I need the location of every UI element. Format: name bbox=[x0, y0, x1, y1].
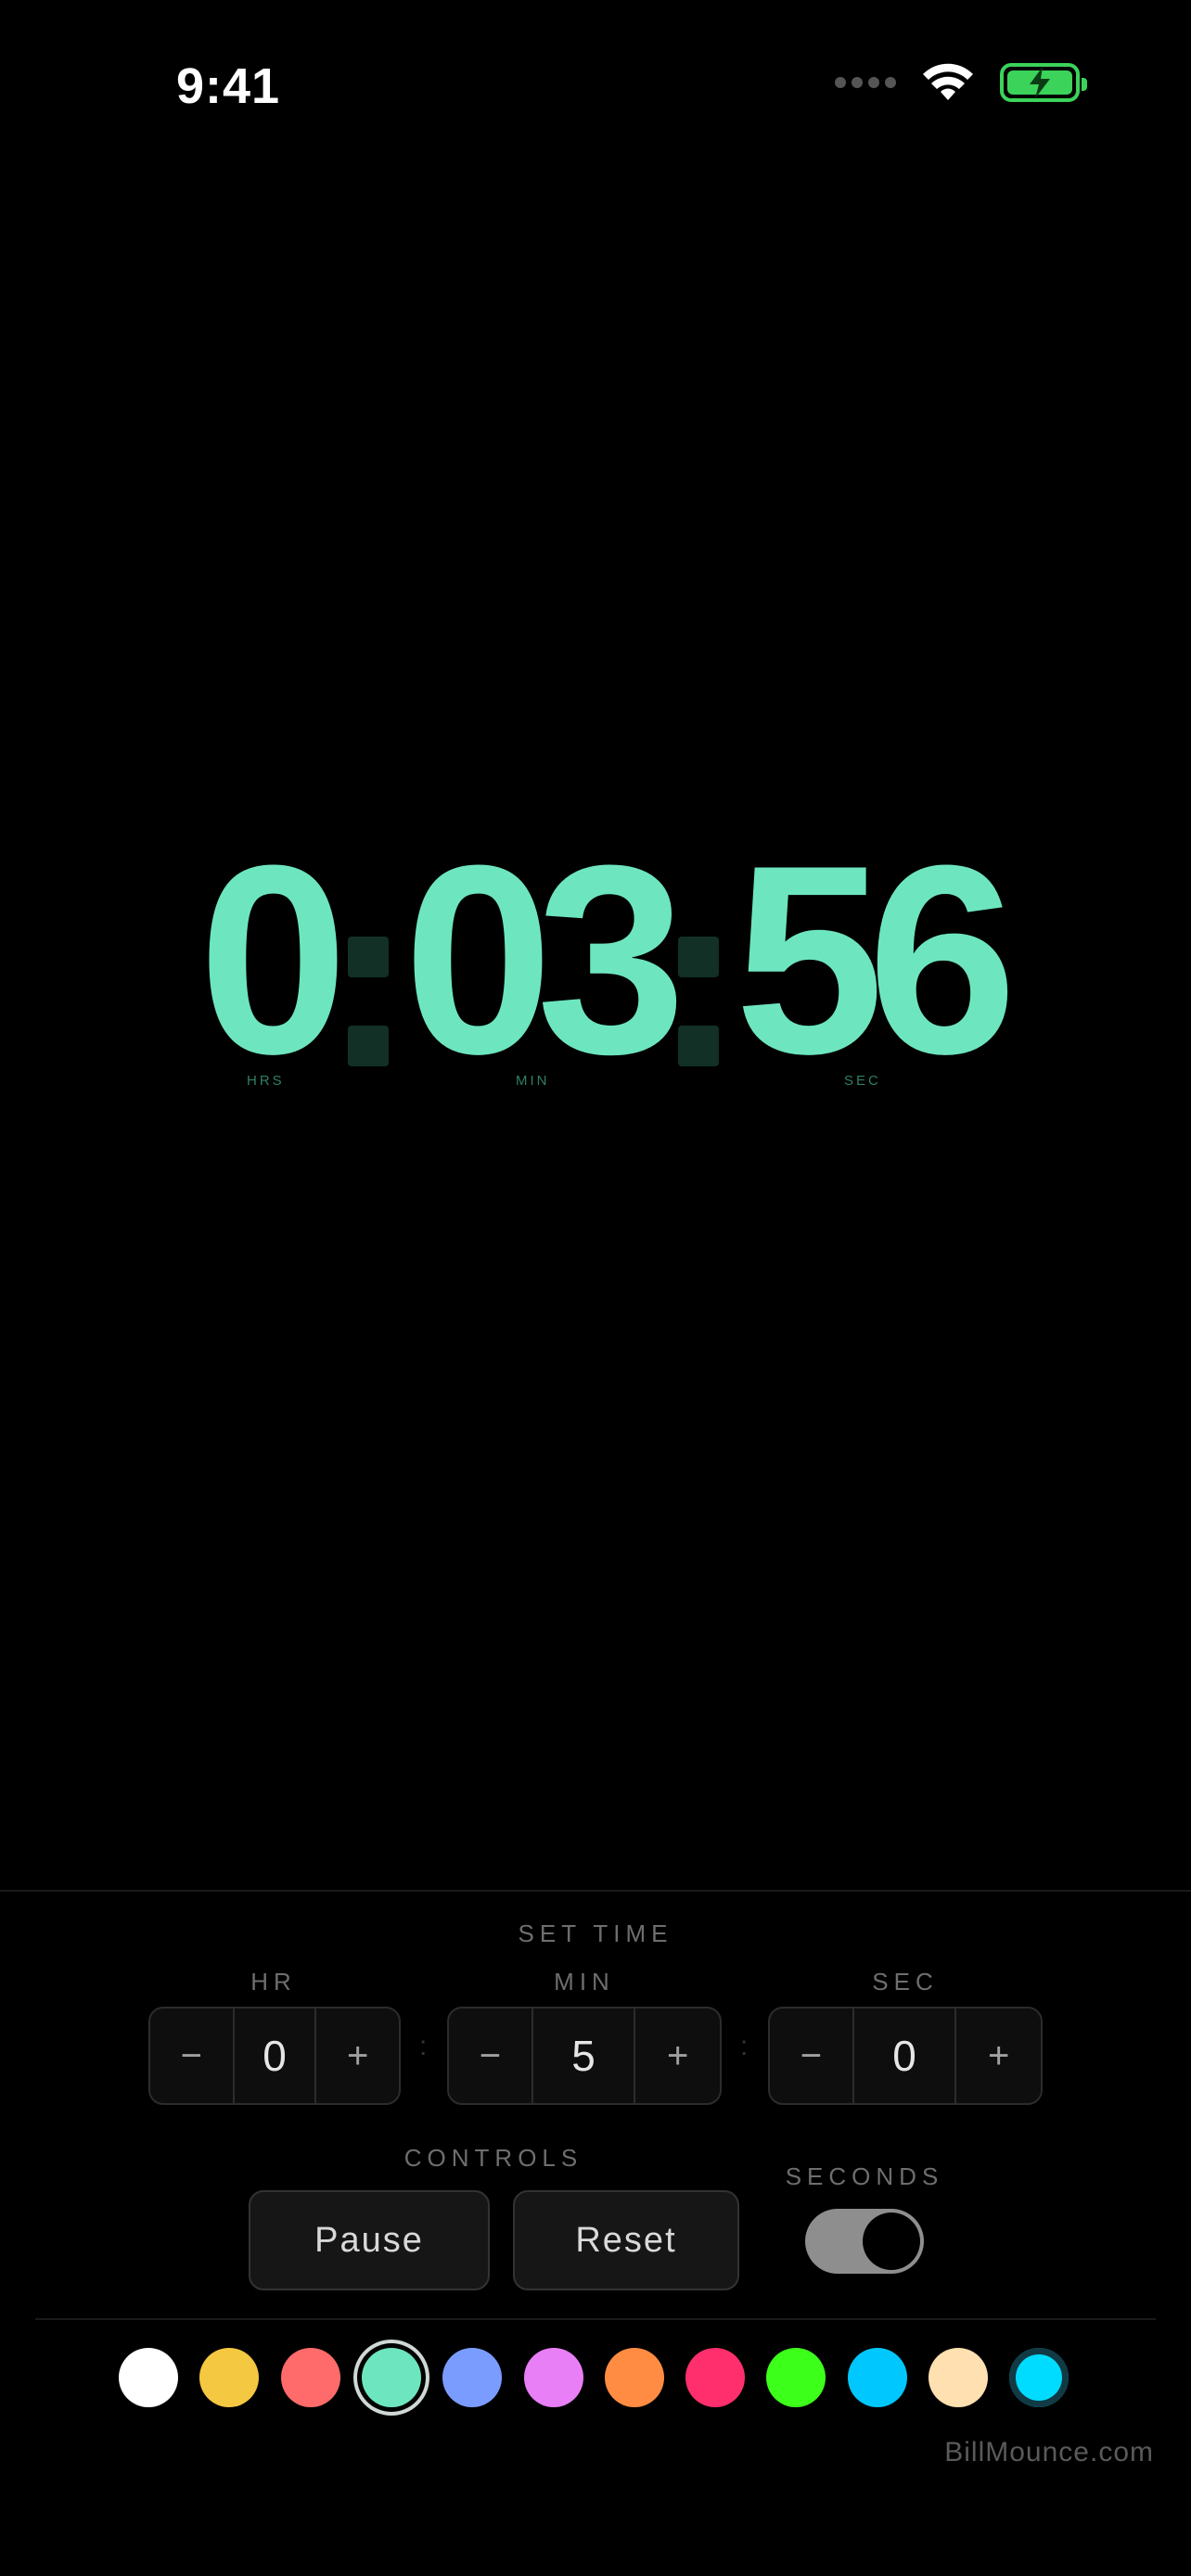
minutes-increment-button[interactable]: + bbox=[635, 2009, 720, 2103]
stepper-separator: : bbox=[740, 2031, 749, 2061]
min-label: MIN bbox=[554, 1968, 615, 1996]
status-time: 9:41 bbox=[176, 58, 281, 114]
cellular-signal-icon bbox=[835, 77, 896, 88]
color-swatch[interactable] bbox=[199, 2348, 260, 2407]
color-swatch[interactable] bbox=[928, 2348, 988, 2407]
timer-display: 0 03 56 bbox=[0, 825, 1191, 1094]
panel-divider bbox=[0, 1890, 1191, 1892]
minutes-decrement-button[interactable]: − bbox=[449, 2009, 531, 2103]
timer-minutes: 03 bbox=[403, 810, 686, 1110]
reset-button[interactable]: Reset bbox=[513, 2190, 739, 2290]
color-swatch[interactable] bbox=[766, 2348, 826, 2407]
status-icons bbox=[835, 63, 1087, 102]
hours-stepper: − 0 + bbox=[148, 2007, 401, 2105]
hours-unit-label: HRS bbox=[247, 1073, 285, 1089]
timer-seconds: 56 bbox=[735, 810, 1018, 1110]
color-swatch[interactable] bbox=[442, 2348, 503, 2407]
toggle-knob bbox=[863, 2213, 920, 2270]
color-swatch[interactable] bbox=[523, 2348, 583, 2407]
seconds-toggle-title: SECONDS bbox=[785, 2162, 944, 2190]
hours-value: 0 bbox=[232, 2009, 317, 2103]
stepper-separator: : bbox=[419, 2031, 428, 2061]
color-swatch[interactable] bbox=[1009, 2348, 1069, 2407]
minutes-value: 5 bbox=[531, 2009, 636, 2103]
seconds-stepper: − 0 + bbox=[768, 2007, 1043, 2105]
hours-increment-button[interactable]: + bbox=[316, 2009, 399, 2103]
controls-title: CONTROLS bbox=[403, 2144, 583, 2172]
seconds-decrement-button[interactable]: − bbox=[770, 2009, 852, 2103]
minutes-unit-label: MIN bbox=[516, 1073, 550, 1089]
pause-button[interactable]: Pause bbox=[249, 2190, 490, 2290]
sec-label: SEC bbox=[872, 1968, 939, 1996]
color-swatch[interactable] bbox=[280, 2348, 340, 2407]
minutes-stepper: − 5 + bbox=[447, 2007, 722, 2105]
color-swatch[interactable] bbox=[847, 2348, 907, 2407]
wifi-icon bbox=[923, 63, 973, 100]
seconds-unit-label: SEC bbox=[844, 1073, 881, 1089]
color-swatch[interactable] bbox=[685, 2348, 746, 2407]
timer-hours: 0 bbox=[198, 810, 348, 1110]
hours-decrement-button[interactable]: − bbox=[150, 2009, 233, 2103]
timer-colon bbox=[348, 937, 389, 1115]
seconds-value: 0 bbox=[852, 2009, 957, 2103]
timer-colon bbox=[678, 937, 719, 1115]
set-time-title: SET TIME bbox=[518, 1919, 673, 1947]
seconds-toggle[interactable] bbox=[805, 2209, 924, 2274]
color-swatch[interactable] bbox=[119, 2348, 178, 2407]
seconds-increment-button[interactable]: + bbox=[956, 2009, 1041, 2103]
color-swatch[interactable] bbox=[361, 2348, 421, 2407]
hr-label: HR bbox=[250, 1968, 297, 1996]
brand-link[interactable]: BillMounce.com bbox=[944, 2437, 1154, 2468]
battery-charging-icon bbox=[1000, 63, 1087, 102]
color-swatch[interactable] bbox=[604, 2348, 664, 2407]
palette-divider bbox=[35, 2318, 1156, 2320]
